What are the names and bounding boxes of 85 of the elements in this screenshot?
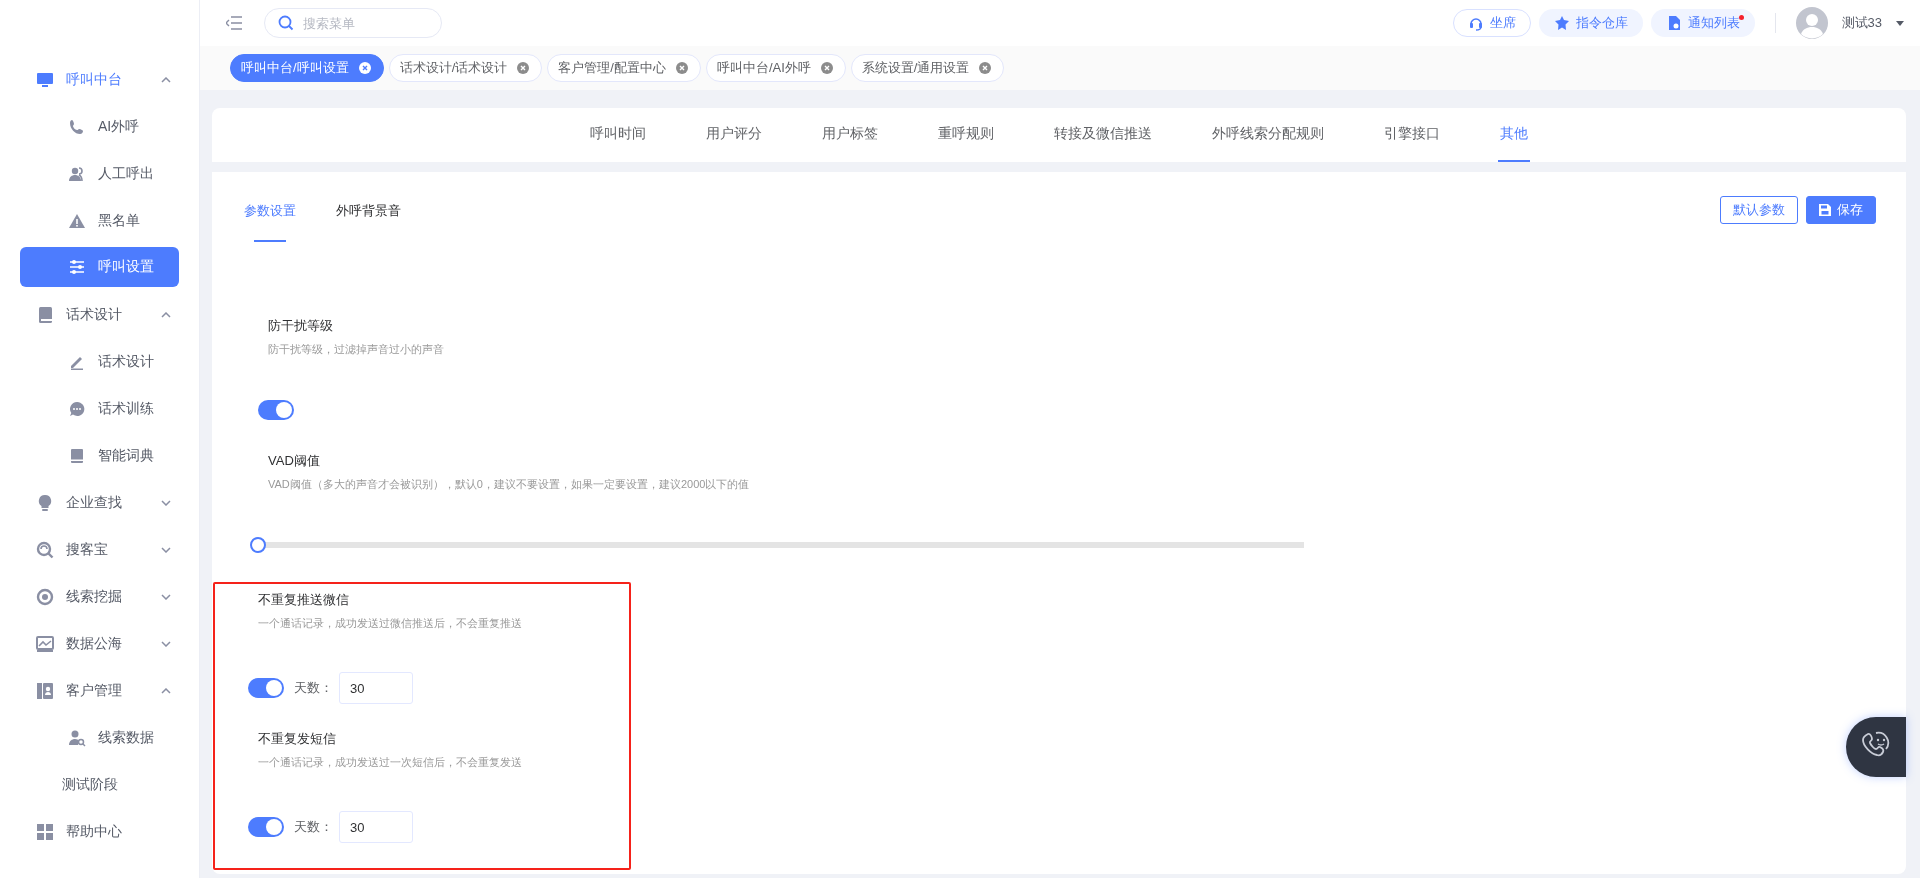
sidebar-group[interactable]: 帮助中心 [0, 808, 199, 855]
header-button[interactable]: 通知列表 [1650, 9, 1755, 37]
sidebar-item[interactable]: 话术设计 [20, 338, 179, 385]
chevron-up-icon [161, 76, 171, 83]
page-tag[interactable]: 系统设置/通用设置 [850, 54, 1005, 82]
monitor-icon [36, 70, 54, 89]
chevron-down-icon [161, 546, 171, 553]
setting-title: VAD阈值 [268, 452, 320, 470]
sliders-icon [68, 258, 86, 276]
close-icon[interactable] [358, 62, 371, 74]
chevron-down-icon [161, 640, 171, 647]
bulb-icon [36, 493, 54, 512]
close-icon[interactable] [979, 62, 992, 74]
page-tag[interactable]: 话术设计/话术设计 [388, 54, 543, 82]
sidebar-item[interactable]: 黑名单 [20, 197, 179, 244]
sidebar-item[interactable]: AI外呼 [20, 103, 179, 150]
setting-description: VAD阈值（多大的声音才会被识别），默认0，建议不要设置，如果一定要设置，建议2000以下的值 [268, 477, 750, 492]
tab[interactable]: 引擎接口 [1382, 108, 1442, 162]
sidebar-group[interactable]: 客户管理 [0, 667, 199, 714]
people-icon [68, 164, 86, 183]
page-tag[interactable]: 客户管理/配置中心 [547, 54, 701, 82]
chart-icon [36, 634, 54, 653]
setting-title: 不重复发短信 [258, 730, 336, 748]
tab[interactable]: 呼叫时间 [588, 108, 648, 162]
close-icon[interactable] [820, 62, 833, 74]
user-name[interactable]: 测试33 [1841, 14, 1882, 32]
days-label: 天数： [294, 818, 333, 836]
sidebar-group[interactable]: 呼叫中台 [0, 56, 199, 103]
tab[interactable]: 其他 [1498, 108, 1530, 162]
setting-description: 一个通话记录，成功发送过微信推送后，不会重复推送 [258, 616, 522, 631]
sidebar-item[interactable]: 测试阶段 [20, 761, 179, 808]
save-icon [1819, 204, 1831, 216]
search-field[interactable]: 搜索菜单 [264, 8, 442, 38]
page-tag[interactable]: 呼叫中台/AI外呼 [705, 54, 846, 82]
setting-description: 一个通话记录，成功发送过一次短信后，不会重复发送 [258, 755, 522, 770]
chevron-up-icon [161, 311, 171, 318]
setting-title: 防干扰等级 [268, 317, 333, 335]
toggle-switch[interactable] [258, 400, 294, 420]
toggle-switch[interactable] [248, 817, 284, 837]
chevron-down-icon [161, 499, 171, 506]
user-search-icon [68, 728, 86, 747]
contacts-icon [36, 681, 54, 700]
caret-down-icon[interactable] [1896, 20, 1904, 26]
page-tag[interactable]: 呼叫中台/呼叫设置 [230, 54, 384, 82]
chat-icon [68, 399, 86, 418]
chevron-up-icon [161, 687, 171, 694]
sidebar-group[interactable]: 企业查找 [0, 479, 199, 526]
sidebar-group[interactable]: 话术设计 [0, 291, 199, 338]
header-button[interactable]: 坐席 [1452, 9, 1531, 37]
tab[interactable]: 外呼线索分配规则 [1210, 108, 1326, 162]
tab[interactable]: 用户评分 [704, 108, 764, 162]
chevron-down-icon [161, 593, 171, 600]
book-icon [36, 305, 54, 324]
sub-tab[interactable]: 外呼背景音 [332, 196, 405, 242]
sidebar-item[interactable]: 呼叫设置 [20, 247, 179, 287]
close-icon[interactable] [675, 62, 688, 74]
sidebar-group[interactable]: 线索挖掘 [0, 573, 199, 620]
save-button[interactable]: 保存 [1806, 196, 1876, 224]
tab[interactable]: 用户标签 [820, 108, 880, 162]
header-button[interactable]: 指令仓库 [1538, 9, 1643, 37]
sidebar-item[interactable]: 线索数据 [20, 714, 179, 761]
menu-toggle-icon[interactable] [226, 16, 242, 30]
days-label: 天数： [294, 679, 333, 697]
days-field[interactable]: 30 [339, 672, 413, 704]
sidebar-group[interactable]: 搜客宝 [0, 526, 199, 573]
setting-description: 防干扰等级，过滤掉声音过小的声音 [268, 342, 444, 357]
search-icon [278, 15, 294, 31]
sidebar-group[interactable]: 数据公海 [0, 620, 199, 667]
default-button[interactable]: 默认参数 [1720, 196, 1798, 224]
setting-title: 不重复推送微信 [258, 591, 349, 609]
sidebar-item[interactable]: 话术训练 [20, 385, 179, 432]
days-field[interactable]: 30 [339, 811, 413, 843]
tab[interactable]: 转接及微信推送 [1052, 108, 1154, 162]
grid-icon [36, 822, 54, 841]
headset-icon [1467, 15, 1484, 31]
slider-thumb[interactable] [250, 537, 266, 553]
sidebar-item[interactable]: 人工呼出 [20, 150, 179, 197]
tab[interactable]: 重呼规则 [936, 108, 996, 162]
phone-icon [68, 117, 86, 136]
book-icon [68, 446, 86, 465]
target-icon [36, 587, 54, 606]
toggle-switch[interactable] [248, 678, 284, 698]
sidebar-item[interactable]: 智能词典 [20, 432, 179, 479]
search-icon [36, 540, 54, 559]
close-icon[interactable] [517, 62, 530, 74]
